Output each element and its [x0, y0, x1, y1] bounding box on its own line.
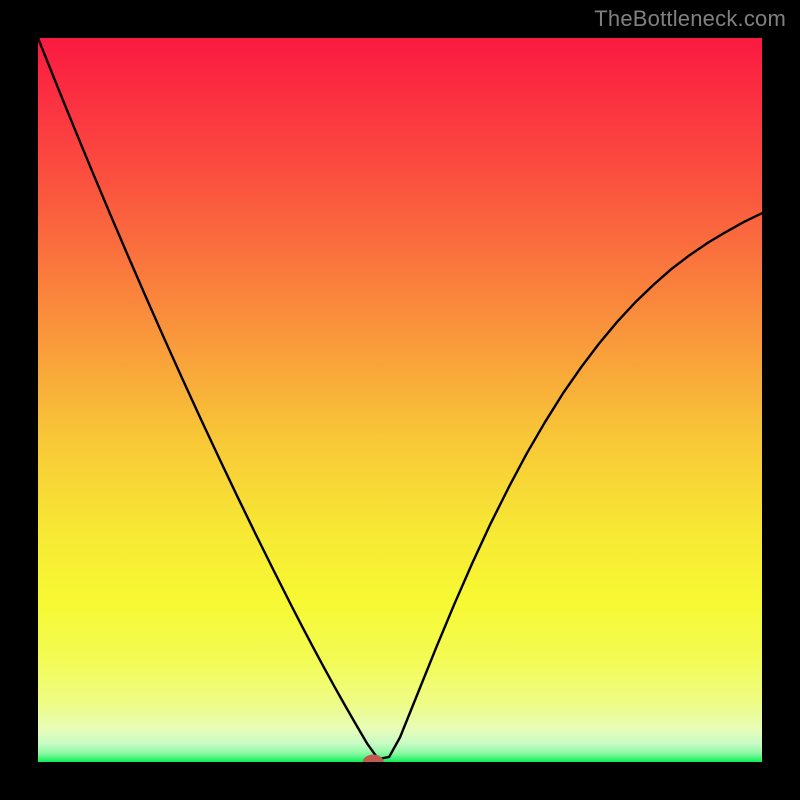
gradient-background [38, 38, 762, 762]
chart-plot-area [38, 38, 762, 762]
chart-svg [38, 38, 762, 762]
watermark-text: TheBottleneck.com [594, 6, 786, 32]
chart-frame: TheBottleneck.com [0, 0, 800, 800]
